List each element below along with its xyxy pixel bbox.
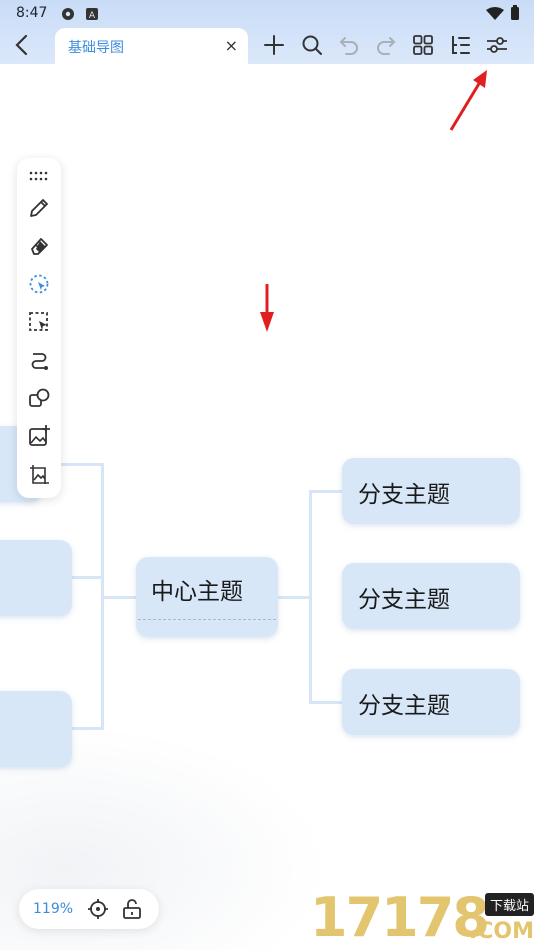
side-toolbar bbox=[17, 158, 61, 498]
shape-icon[interactable] bbox=[27, 386, 51, 410]
eraser-icon[interactable] bbox=[27, 234, 51, 258]
svg-text:A: A bbox=[89, 11, 96, 21]
battery-icon bbox=[510, 5, 520, 25]
mindmap-canvas[interactable]: 中心主题 分支主题 分支主题 分支主题 bbox=[0, 64, 534, 950]
center-topic-node[interactable]: 中心主题 bbox=[136, 557, 278, 637]
settings-gear-icon bbox=[60, 6, 76, 22]
connector bbox=[70, 727, 104, 730]
branch-topic-text: 分支主题 bbox=[358, 482, 450, 508]
connector bbox=[278, 596, 312, 599]
unlock-icon[interactable] bbox=[120, 897, 144, 921]
branch-topic-node[interactable]: 分支主题 bbox=[342, 458, 520, 524]
connector bbox=[309, 701, 343, 704]
back-button[interactable] bbox=[8, 30, 34, 60]
branch-topic-text: 分支主题 bbox=[358, 693, 450, 719]
drag-handle-icon[interactable] bbox=[27, 164, 51, 188]
a-badge-icon: A bbox=[85, 6, 101, 22]
document-tab[interactable]: 基础导图 × bbox=[55, 28, 248, 64]
branch-topic-text: 分支主题 bbox=[358, 587, 450, 613]
zoom-panel: 119% bbox=[19, 889, 159, 929]
undo-icon[interactable] bbox=[336, 32, 362, 58]
connector-icon[interactable] bbox=[27, 348, 51, 372]
tab-title: 基础导图 bbox=[68, 40, 124, 56]
red-annotation-arrow-icon bbox=[258, 282, 276, 338]
insert-image-icon[interactable] bbox=[27, 424, 51, 448]
status-time: 8:47 bbox=[16, 5, 48, 21]
grid-icon[interactable] bbox=[410, 32, 436, 58]
lasso-select-icon[interactable] bbox=[27, 272, 51, 296]
tab-close-button[interactable]: × bbox=[225, 36, 238, 55]
box-select-icon[interactable] bbox=[27, 310, 51, 334]
add-icon[interactable] bbox=[261, 32, 287, 58]
outline-icon[interactable] bbox=[447, 32, 473, 58]
search-icon[interactable] bbox=[299, 32, 325, 58]
branch-topic-node[interactable]: 分支主题 bbox=[342, 563, 520, 629]
watermark-logo: 17178 下载站 .COM bbox=[310, 885, 534, 950]
branch-topic-node[interactable]: 分支主题 bbox=[342, 669, 520, 735]
locate-icon[interactable] bbox=[86, 897, 110, 921]
left-branch-node[interactable] bbox=[0, 691, 72, 767]
redo-icon[interactable] bbox=[373, 32, 399, 58]
center-topic-underline bbox=[138, 619, 276, 620]
connector bbox=[309, 490, 343, 493]
connector bbox=[60, 463, 104, 466]
settings-sliders-icon[interactable] bbox=[484, 32, 510, 58]
red-annotation-arrow-icon bbox=[446, 68, 492, 138]
watermark-badge: 下载站 bbox=[484, 893, 534, 916]
pen-icon[interactable] bbox=[27, 196, 51, 220]
watermark-com: .COM bbox=[468, 919, 534, 944]
connector bbox=[101, 596, 137, 599]
top-bar: 8:47 A 基础导图 × bbox=[0, 0, 534, 64]
zoom-level[interactable]: 119% bbox=[33, 901, 73, 917]
left-branch-node[interactable] bbox=[0, 540, 72, 616]
watermark-number: 17178 bbox=[310, 886, 490, 949]
connector bbox=[309, 490, 312, 704]
center-topic-text: 中心主题 bbox=[151, 579, 243, 605]
connector bbox=[70, 576, 104, 579]
image-icon[interactable] bbox=[27, 462, 51, 486]
wifi-icon bbox=[486, 6, 504, 25]
